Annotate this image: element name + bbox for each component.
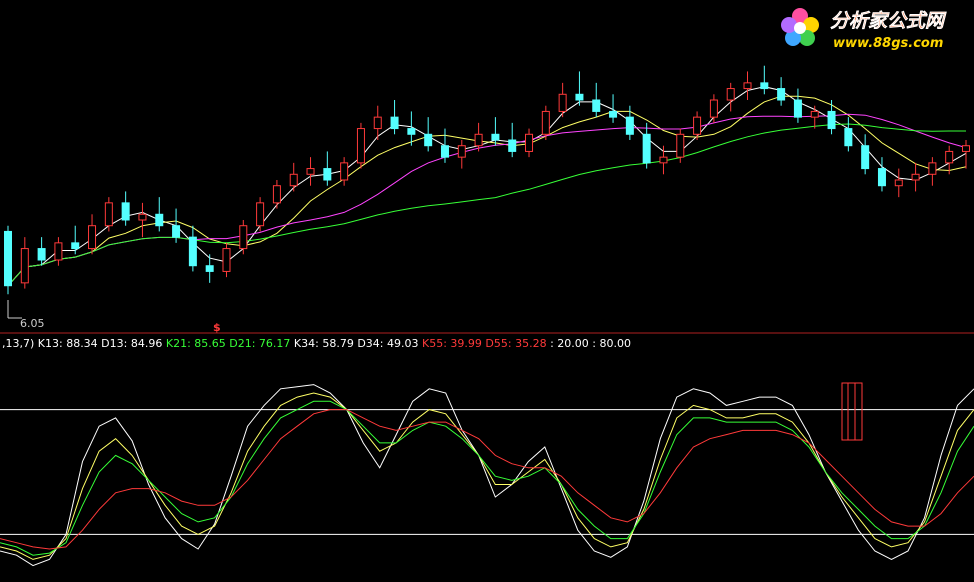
candle-body	[474, 133, 483, 147]
candle-body	[222, 248, 231, 272]
candle-body	[306, 168, 315, 175]
candle-body	[693, 116, 702, 135]
legend-entry: D13: 84.96	[98, 337, 163, 350]
indicator-legend: ,13,7) K13: 88.34 D13: 84.96 K21: 85.65 …	[2, 337, 631, 350]
legend-entry: D55: 35.28	[482, 337, 547, 350]
candle-body	[793, 99, 802, 118]
candle-body	[88, 225, 97, 250]
signal-box	[841, 382, 863, 441]
chart-canvas: 6.05 $ ,13,7) K13: 88.34 D13: 84.96 K21:…	[0, 8, 974, 567]
candle-body	[945, 150, 954, 164]
moving-average-lines	[7, 86, 967, 287]
candle-body	[525, 133, 534, 152]
candle-body	[743, 82, 752, 90]
candle-body	[4, 230, 12, 287]
watermark-logo[interactable]: 分析家公式网 www.88gs.com	[781, 8, 947, 51]
candle-body	[104, 202, 113, 227]
candle-body	[827, 110, 836, 130]
candle-body	[659, 156, 668, 164]
candle-body	[323, 168, 332, 181]
candlestick-series	[4, 65, 970, 295]
kd-lines	[0, 384, 974, 567]
watermark-url: www.88gs.com	[833, 36, 943, 51]
candle-body	[810, 110, 819, 118]
candle-body	[709, 99, 718, 118]
candle-body	[188, 236, 197, 267]
price-panel: 6.05 $	[4, 65, 970, 334]
candle-body	[121, 202, 130, 221]
candle-body	[289, 173, 298, 187]
candle-body	[20, 248, 29, 284]
legend-entry: K34: 58.79	[290, 337, 353, 350]
candle-body	[54, 242, 63, 261]
ma-line	[7, 86, 967, 287]
candle-body	[844, 128, 853, 147]
candle-body	[138, 213, 147, 221]
legend-entry: D21: 76.17	[226, 337, 291, 350]
legend-entry: D34: 49.03	[354, 337, 419, 350]
kd-series-line	[0, 409, 974, 550]
candle-body	[356, 128, 365, 164]
candle-body	[407, 128, 416, 135]
legend-entry: ,13,7)	[2, 337, 34, 350]
low-price-label: 6.05	[20, 317, 45, 330]
candle-body	[424, 133, 433, 147]
candle-body	[625, 116, 634, 135]
legend-entry: : 80.00	[589, 337, 631, 350]
candle-body	[911, 173, 920, 181]
candle-body	[373, 116, 382, 130]
candle-body	[390, 116, 399, 130]
legend-entry: K21: 85.65	[162, 337, 225, 350]
candle-body	[457, 145, 466, 158]
candle-body	[172, 225, 181, 238]
legend-entry: K55: 39.99	[419, 337, 482, 350]
stock-chart-window: 6.05 $ ,13,7) K13: 88.34 D13: 84.96 K21:…	[0, 0, 974, 582]
candle-body	[861, 145, 870, 170]
candle-body	[575, 93, 584, 101]
candle-body	[256, 202, 265, 227]
kd-series-line	[0, 400, 974, 556]
candle-body	[205, 265, 214, 272]
candle-body	[609, 110, 618, 118]
candle-body	[592, 99, 601, 112]
candle-body	[440, 145, 449, 158]
candle-body	[962, 145, 970, 152]
candle-body	[676, 133, 685, 158]
candle-body	[239, 225, 248, 250]
ma-line	[7, 95, 967, 287]
candle-body	[726, 88, 735, 101]
candle-body	[558, 93, 567, 112]
watermark-title: 分析家公式网	[830, 10, 947, 32]
ma-line	[7, 123, 966, 287]
candle-body	[71, 242, 80, 250]
candle-body	[508, 139, 517, 152]
ma-line	[7, 113, 967, 287]
candle-body	[37, 248, 46, 261]
candle-body	[642, 133, 651, 164]
candle-body	[760, 82, 769, 90]
candle-body	[877, 168, 886, 187]
candle-body	[928, 162, 937, 175]
candle-body	[155, 213, 164, 227]
legend-entry: K13: 88.34	[34, 337, 97, 350]
legend-entry: : 20.00	[547, 337, 589, 350]
candle-body	[272, 185, 281, 204]
candle-body	[777, 88, 786, 101]
flower-icon	[781, 8, 819, 46]
candle-body	[541, 110, 550, 135]
signal-marker: $	[213, 321, 221, 334]
candle-body	[491, 133, 500, 141]
candle-body	[894, 179, 903, 187]
oscillator-panel	[0, 382, 974, 567]
candle-body	[340, 162, 349, 181]
